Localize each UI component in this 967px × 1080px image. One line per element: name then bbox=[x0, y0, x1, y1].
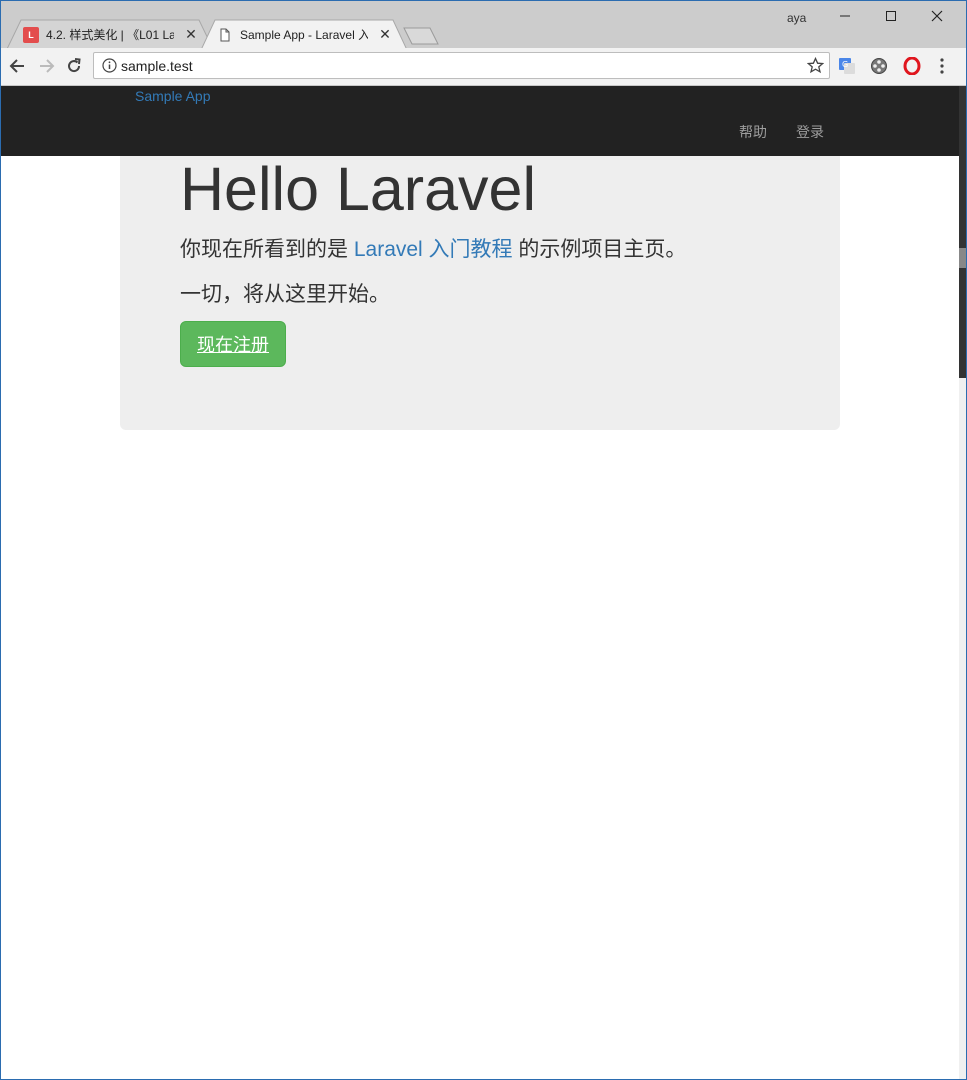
lead-text: 你现在所看到的是 Laravel 入门教程 的示例项目主页。 bbox=[180, 233, 686, 263]
url-text[interactable]: sample.test bbox=[121, 58, 193, 74]
close-icon[interactable]: ✕ bbox=[378, 26, 392, 43]
tutorial-link[interactable]: Laravel 入门教程 bbox=[354, 238, 513, 261]
nav-login-link[interactable]: 登录 bbox=[796, 122, 824, 142]
nav-help-link[interactable]: 帮助 bbox=[739, 122, 767, 142]
tab-sample-app[interactable]: Sample App - Laravel 入 ✕ bbox=[201, 19, 407, 50]
page-viewport: Sample App 帮助 登录 Hello Laravel 你现在所看到的是 … bbox=[1, 86, 959, 1078]
tab-title: Sample App - Laravel 入 bbox=[240, 28, 368, 42]
maximize-icon bbox=[886, 11, 896, 21]
address-bar[interactable]: sample.test bbox=[93, 52, 830, 79]
opera-icon[interactable] bbox=[903, 57, 921, 75]
lead-text-before: 你现在所看到的是 bbox=[180, 238, 354, 261]
tab-laravel-docs[interactable]: L 4.2. 样式美化 | 《L01 Lar ✕ bbox=[7, 19, 213, 50]
maximize-button[interactable] bbox=[868, 5, 914, 27]
tab-strip: L 4.2. 样式美化 | 《L01 Lar ✕ Sample App - La… bbox=[1, 1, 966, 50]
document-icon bbox=[220, 28, 230, 41]
close-icon bbox=[931, 10, 943, 22]
signup-button[interactable]: 现在注册 bbox=[180, 321, 286, 367]
background-window-edge bbox=[959, 86, 967, 1080]
window-close-button[interactable] bbox=[914, 5, 960, 27]
tab-title: 4.2. 样式美化 | 《L01 Lar bbox=[46, 28, 174, 42]
more-menu-icon[interactable] bbox=[933, 57, 951, 75]
opera-glyph bbox=[903, 57, 921, 75]
brand-link[interactable]: Sample App bbox=[135, 88, 211, 104]
minimize-button[interactable] bbox=[822, 5, 868, 27]
reload-icon bbox=[68, 58, 81, 73]
minimize-icon bbox=[840, 15, 850, 17]
arrow-right-icon bbox=[40, 59, 55, 73]
back-button[interactable] bbox=[8, 56, 28, 76]
film-reel-glyph bbox=[871, 58, 887, 74]
background-window-block bbox=[959, 248, 967, 268]
lead-text-secondary: 一切，将从这里开始。 bbox=[180, 283, 390, 306]
info-icon[interactable] bbox=[102, 58, 117, 73]
page-title: Hello Laravel bbox=[180, 155, 537, 223]
profile-name[interactable]: aya bbox=[787, 11, 806, 25]
new-tab-button[interactable] bbox=[403, 27, 439, 45]
site-navbar: Sample App 帮助 登录 bbox=[1, 86, 959, 156]
arrow-left-icon bbox=[9, 59, 24, 73]
kebab-icon bbox=[940, 58, 944, 74]
close-icon[interactable]: ✕ bbox=[184, 26, 198, 43]
lead-text-after: 的示例项目主页。 bbox=[512, 238, 687, 261]
svg-text:G: G bbox=[842, 60, 848, 69]
browser-toolbar: sample.test G bbox=[1, 48, 966, 86]
laravel-logo-icon: L bbox=[23, 26, 39, 43]
translate-icon[interactable]: G bbox=[838, 57, 856, 75]
star-icon[interactable] bbox=[807, 57, 824, 74]
reload-button[interactable] bbox=[64, 56, 84, 76]
forward-button[interactable] bbox=[36, 56, 56, 76]
jumbotron: Hello Laravel 你现在所看到的是 Laravel 入门教程 的示例项… bbox=[120, 155, 840, 430]
translate-icon-glyph: G bbox=[839, 58, 855, 74]
background-window-block bbox=[959, 86, 967, 378]
film-reel-icon[interactable] bbox=[870, 57, 888, 75]
